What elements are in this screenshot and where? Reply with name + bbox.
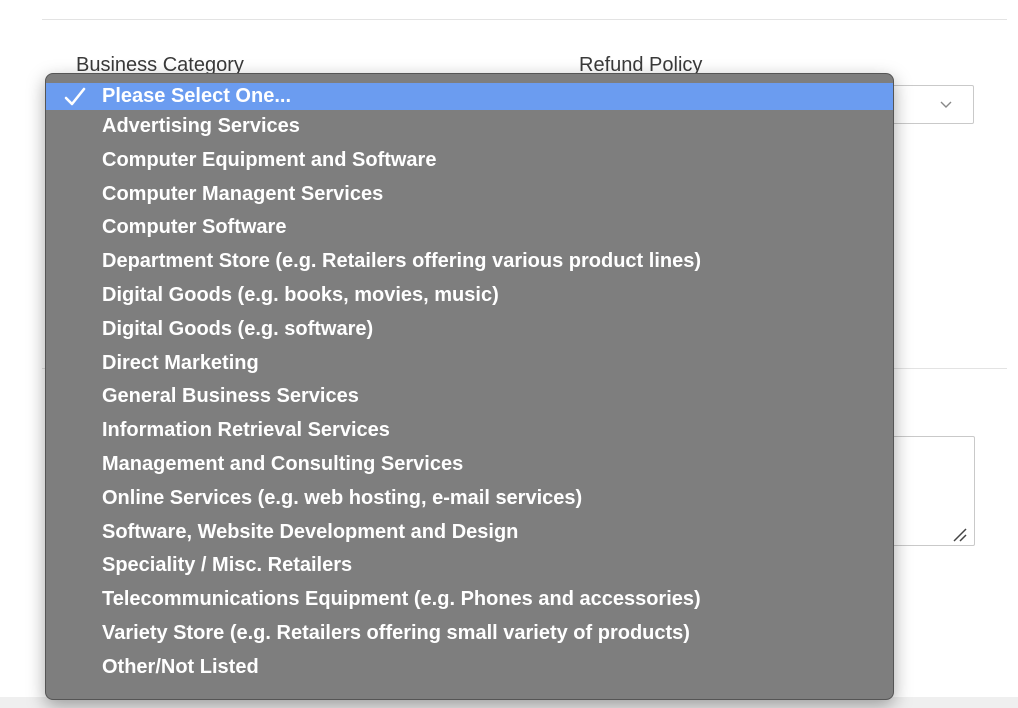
dropdown-option[interactable]: Speciality / Misc. Retailers: [46, 549, 893, 583]
dropdown-option-label: Digital Goods (e.g. software): [102, 317, 374, 340]
dropdown-option[interactable]: Computer Equipment and Software: [46, 144, 893, 178]
checkmark-icon: [64, 87, 86, 106]
dropdown-option-label: General Business Services: [102, 385, 359, 408]
dropdown-option-label: Telecommunications Equipment (e.g. Phone…: [102, 588, 701, 611]
section-divider-top: [42, 19, 1007, 20]
dropdown-option[interactable]: Management and Consulting Services: [46, 448, 893, 482]
dropdown-option-label: Information Retrieval Services: [102, 419, 390, 442]
dropdown-option[interactable]: Digital Goods (e.g. books, movies, music…: [46, 279, 893, 313]
dropdown-option-label: Software, Website Development and Design: [102, 520, 519, 543]
dropdown-option[interactable]: Telecommunications Equipment (e.g. Phone…: [46, 583, 893, 617]
dropdown-option-label: Computer Software: [102, 216, 287, 239]
dropdown-option-label: Advertising Services: [102, 115, 300, 137]
chevron-down-icon: [940, 101, 952, 108]
dropdown-option[interactable]: Advertising Services: [46, 110, 893, 144]
dropdown-option[interactable]: Information Retrieval Services: [46, 414, 893, 448]
business-category-dropdown-menu[interactable]: Please Select One... Advertising Services…: [45, 73, 894, 700]
dropdown-option-label: Online Services (e.g. web hosting, e-mai…: [102, 486, 583, 509]
dropdown-option-label: Speciality / Misc. Retailers: [102, 554, 353, 577]
dropdown-option[interactable]: Variety Store (e.g. Retailers offering s…: [46, 617, 893, 651]
dropdown-option[interactable]: Direct Marketing: [46, 347, 893, 381]
dropdown-option-label: Please Select One...: [102, 85, 291, 107]
dropdown-option-selected[interactable]: Please Select One...: [46, 83, 893, 110]
dropdown-option-label: Computer Equipment and Software: [102, 148, 437, 171]
dropdown-option-label: Department Store (e.g. Retailers offerin…: [102, 250, 702, 273]
dropdown-option[interactable]: Department Store (e.g. Retailers offerin…: [46, 245, 893, 279]
dropdown-option[interactable]: Digital Goods (e.g. software): [46, 313, 893, 347]
dropdown-option-label: Management and Consulting Services: [102, 452, 464, 475]
dropdown-option[interactable]: Other/Not Listed: [46, 651, 893, 685]
dropdown-option-label: Other/Not Listed: [102, 655, 259, 678]
dropdown-option[interactable]: Software, Website Development and Design: [46, 516, 893, 550]
dropdown-option[interactable]: Online Services (e.g. web hosting, e-mai…: [46, 482, 893, 516]
dropdown-option[interactable]: General Business Services: [46, 380, 893, 414]
dropdown-option[interactable]: Computer Managent Services: [46, 178, 893, 212]
dropdown-option-label: Digital Goods (e.g. books, movies, music…: [102, 283, 499, 306]
dropdown-option-label: Direct Marketing: [102, 351, 259, 374]
resize-handle-icon[interactable]: [950, 525, 968, 543]
dropdown-option[interactable]: Computer Software: [46, 211, 893, 245]
dropdown-option-label: Computer Managent Services: [102, 182, 384, 205]
dropdown-option-label: Variety Store (e.g. Retailers offering s…: [102, 621, 690, 644]
